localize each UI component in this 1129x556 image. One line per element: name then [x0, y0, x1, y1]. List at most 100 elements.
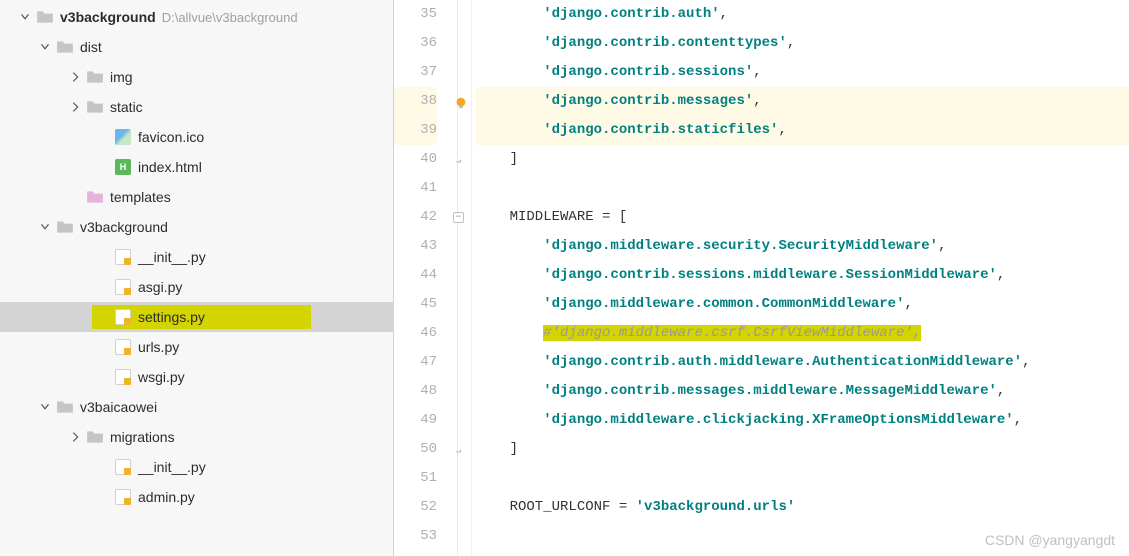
code-token-str: 'django.contrib.sessions': [543, 64, 753, 80]
tree-item--init-py[interactable]: __init__.py: [0, 452, 393, 482]
code-line[interactable]: 'django.middleware.clickjacking.XFrameOp…: [476, 406, 1129, 435]
line-number[interactable]: 42: [394, 203, 437, 232]
code-line[interactable]: 'django.contrib.sessions',: [476, 58, 1129, 87]
code-token-str: 'django.middleware.common.CommonMiddlewa…: [543, 296, 904, 312]
tree-item-dist[interactable]: dist: [0, 32, 393, 62]
tree-item-templates[interactable]: templates: [0, 182, 393, 212]
line-number[interactable]: 46: [394, 319, 437, 348]
tree-item-urls-py[interactable]: urls.py: [0, 332, 393, 362]
line-number[interactable]: 36: [394, 29, 437, 58]
tree-item-label: admin.py: [138, 489, 195, 505]
tree-item-label: img: [110, 69, 133, 85]
tree-item-label: favicon.ico: [138, 129, 204, 145]
code-line[interactable]: 'django.contrib.contenttypes',: [476, 29, 1129, 58]
code-line[interactable]: [476, 464, 1129, 493]
watermark-text: CSDN @yangyangdt: [985, 532, 1115, 548]
fold-region[interactable]: −: [458, 203, 471, 232]
tree-item-label: dist: [80, 39, 102, 55]
code-token-text: [476, 383, 543, 399]
chevron-right-icon[interactable]: [68, 100, 82, 114]
code-token-kw: ROOT_URLCONF =: [476, 499, 636, 515]
chevron-down-icon[interactable]: [38, 220, 52, 234]
line-number[interactable]: 35: [394, 0, 437, 29]
tree-item-admin-py[interactable]: admin.py: [0, 482, 393, 512]
code-line[interactable]: 'django.middleware.common.CommonMiddlewa…: [476, 290, 1129, 319]
fold-region[interactable]: ⌐: [458, 145, 471, 174]
code-line[interactable]: [476, 174, 1129, 203]
code-line[interactable]: 'django.contrib.messages.middleware.Mess…: [476, 377, 1129, 406]
tree-item-settings-py[interactable]: settings.py: [0, 302, 393, 332]
line-number-gutter: 35363738394041424344454647484950515253: [394, 0, 458, 556]
line-number[interactable]: 52: [394, 493, 437, 522]
tree-item-label: __init__.py: [138, 459, 206, 475]
python-file-icon: [114, 458, 132, 476]
tree-item-index-html[interactable]: Hindex.html: [0, 152, 393, 182]
lightbulb-icon[interactable]: [454, 93, 468, 107]
line-number[interactable]: 43: [394, 232, 437, 261]
line-number[interactable]: 50: [394, 435, 437, 464]
tree-item-v3background[interactable]: v3background: [0, 212, 393, 242]
tree-item-wsgi-py[interactable]: wsgi.py: [0, 362, 393, 392]
tree-item-asgi-py[interactable]: asgi.py: [0, 272, 393, 302]
folder-icon: [86, 188, 104, 206]
chevron-down-icon[interactable]: [38, 40, 52, 54]
code-content[interactable]: 'django.contrib.auth', 'django.contrib.c…: [472, 0, 1129, 556]
line-number[interactable]: 44: [394, 261, 437, 290]
tree-item-label: static: [110, 99, 143, 115]
fold-toggle-icon[interactable]: ⌐: [453, 444, 464, 455]
favicon-file-icon: [114, 128, 132, 146]
fold-region: [458, 522, 471, 551]
fold-toggle-icon[interactable]: −: [453, 212, 464, 223]
code-line[interactable]: 'django.contrib.auth',: [476, 0, 1129, 29]
folder-icon: [36, 8, 54, 26]
code-line[interactable]: 'django.contrib.auth.middleware.Authenti…: [476, 348, 1129, 377]
line-number[interactable]: 45: [394, 290, 437, 319]
code-token-text: [476, 267, 543, 283]
code-token-text: [476, 412, 543, 428]
code-line[interactable]: 'django.middleware.security.SecurityMidd…: [476, 232, 1129, 261]
chevron-down-icon[interactable]: [18, 10, 32, 24]
code-line[interactable]: MIDDLEWARE = [: [476, 203, 1129, 232]
code-line[interactable]: ROOT_URLCONF = 'v3background.urls': [476, 493, 1129, 522]
fold-region: [458, 319, 471, 348]
code-editor[interactable]: 35363738394041424344454647484950515253 ⌐…: [394, 0, 1129, 556]
line-number[interactable]: 41: [394, 174, 437, 203]
project-tree-sidebar[interactable]: v3backgroundD:\allvue\v3background distim…: [0, 0, 394, 556]
tree-item-favicon-ico[interactable]: favicon.ico: [0, 122, 393, 152]
code-line[interactable]: ]: [476, 435, 1129, 464]
code-token-kw: ,: [787, 35, 795, 51]
line-number[interactable]: 48: [394, 377, 437, 406]
line-number[interactable]: 37: [394, 58, 437, 87]
code-token-str: 'django.contrib.staticfiles': [543, 122, 778, 138]
code-line[interactable]: #'django.middleware.csrf.CsrfViewMiddlew…: [476, 319, 1129, 348]
tree-item-migrations[interactable]: migrations: [0, 422, 393, 452]
chevron-down-icon[interactable]: [38, 400, 52, 414]
tree-item-label: wsgi.py: [138, 369, 185, 385]
fold-toggle-icon[interactable]: ⌐: [453, 154, 464, 165]
code-line[interactable]: ]: [476, 145, 1129, 174]
tree-item-static[interactable]: static: [0, 92, 393, 122]
python-file-icon: [114, 278, 132, 296]
code-token-kw: ,: [997, 383, 1005, 399]
fold-region[interactable]: ⌐: [458, 435, 471, 464]
tree-item-img[interactable]: img: [0, 62, 393, 92]
line-number[interactable]: 49: [394, 406, 437, 435]
code-line[interactable]: 'django.contrib.staticfiles',: [476, 116, 1129, 145]
tree-item-v3background[interactable]: v3backgroundD:\allvue\v3background: [0, 2, 393, 32]
tree-item--init-py[interactable]: __init__.py: [0, 242, 393, 272]
line-number[interactable]: 53: [394, 522, 437, 551]
line-number[interactable]: 47: [394, 348, 437, 377]
fold-gutter[interactable]: ⌐ − ⌐: [458, 0, 472, 556]
tree-item-v3baicaowei[interactable]: v3baicaowei: [0, 392, 393, 422]
tree-item-label: templates: [110, 189, 171, 205]
line-number[interactable]: 40: [394, 145, 437, 174]
line-number[interactable]: 51: [394, 464, 437, 493]
chevron-right-icon[interactable]: [68, 70, 82, 84]
line-number[interactable]: 38: [394, 87, 437, 116]
folder-icon: [56, 398, 74, 416]
line-number[interactable]: 39: [394, 116, 437, 145]
code-line[interactable]: 'django.contrib.sessions.middleware.Sess…: [476, 261, 1129, 290]
chevron-right-icon[interactable]: [68, 430, 82, 444]
code-line[interactable]: 'django.contrib.messages',: [476, 87, 1129, 116]
tree-item-label: v3background: [80, 219, 168, 235]
